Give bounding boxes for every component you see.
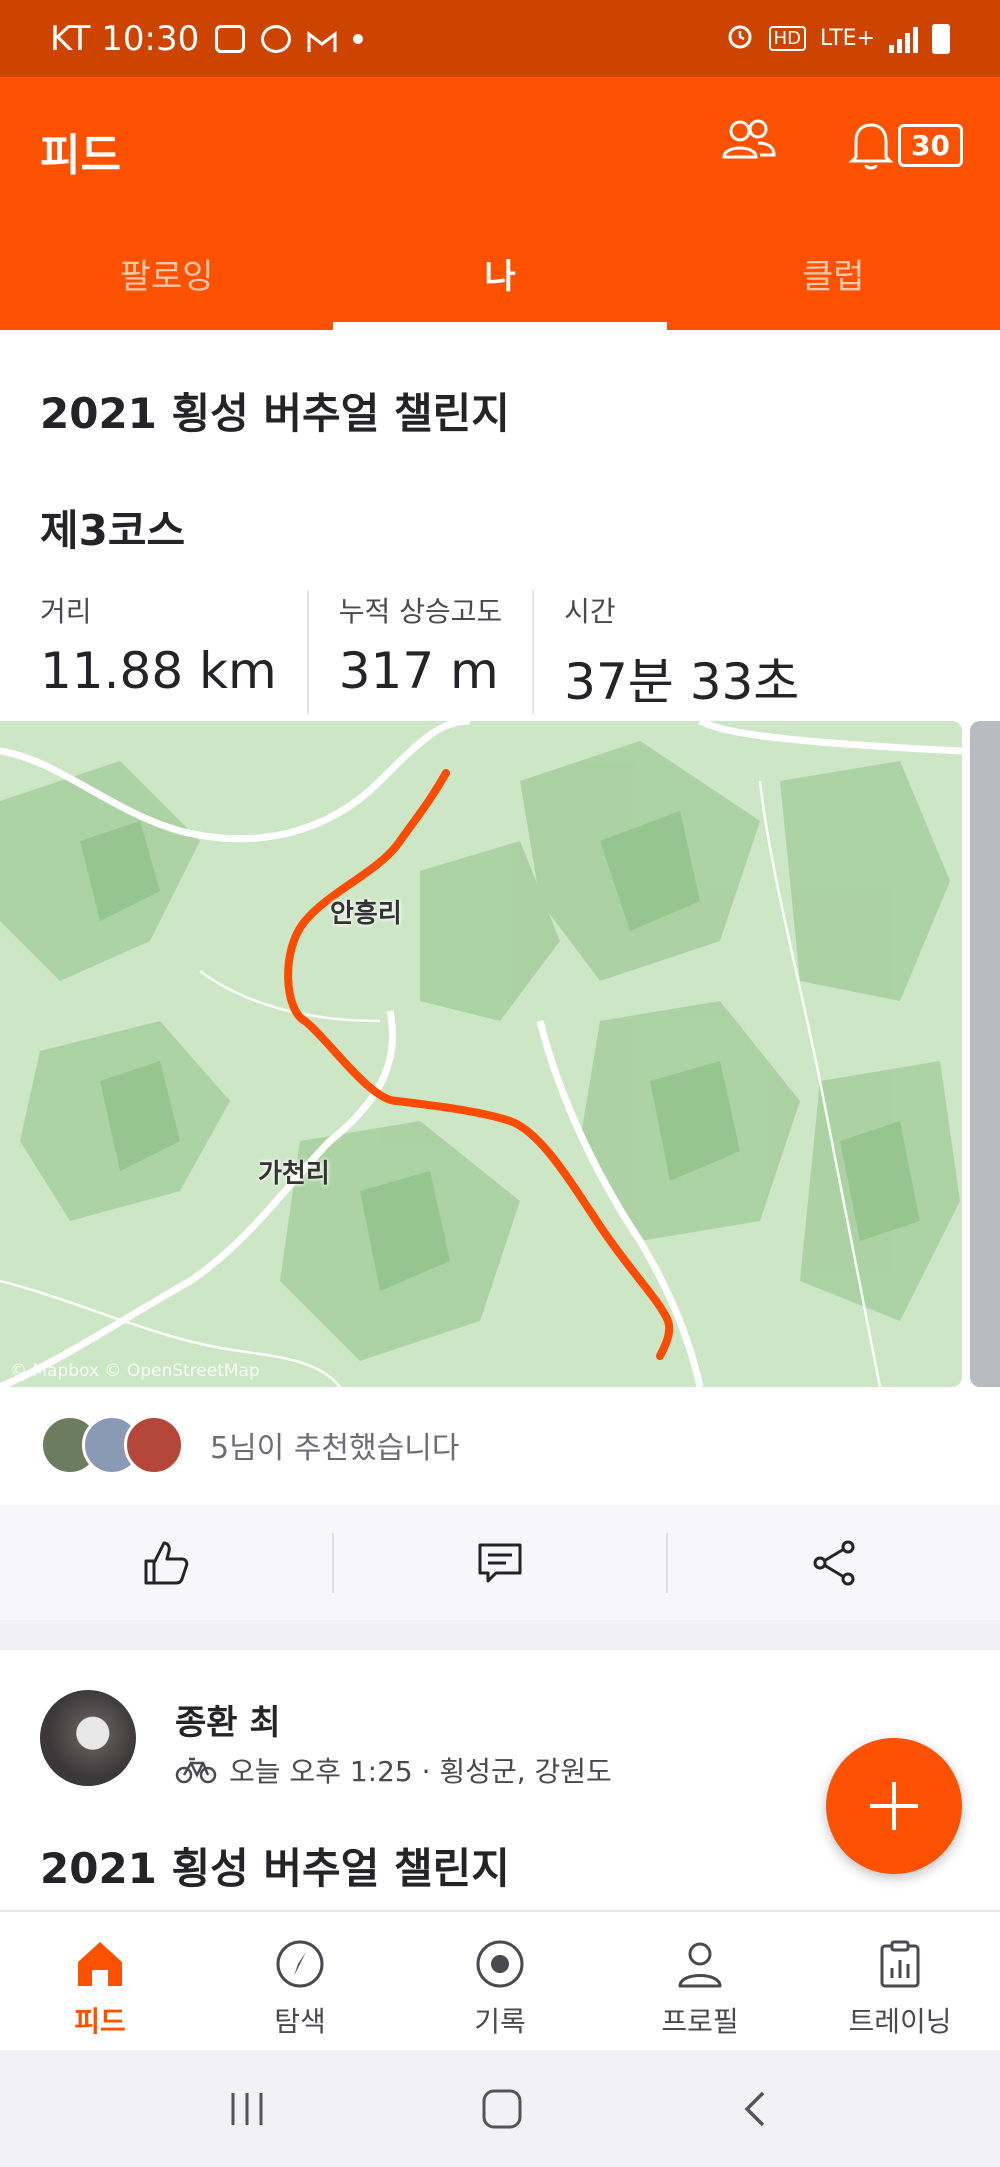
nav-item-profile[interactable]: 프로필 — [600, 1912, 800, 2050]
alarm-icon — [725, 21, 755, 57]
activity-meta-text: 오늘 오후 1:25 · 횡성군, 강원도 — [229, 1755, 612, 1788]
map-image — [0, 721, 962, 1387]
share-button[interactable] — [666, 1532, 1000, 1593]
bike-icon — [175, 1757, 217, 1784]
feed-separator — [0, 1620, 1000, 1650]
next-photo-preview[interactable] — [970, 721, 1000, 1387]
gallery-icon — [215, 24, 246, 53]
bottom-nav: 피드 탐색 기록 프로필 트레이닝 — [0, 1910, 1000, 2050]
author-name[interactable]: 종환 최 — [175, 1695, 281, 1744]
map-attribution: © Mapbox © OpenStreetMap — [10, 1361, 260, 1381]
stat-label: 시간 — [564, 595, 616, 628]
nav-label: 프로필 — [661, 2005, 739, 2038]
activity-title[interactable]: 2021 횡성 버추얼 챌린지 — [40, 380, 510, 441]
kudos-count-text: 5님이 추천했습니다 — [210, 1431, 460, 1466]
battery-icon — [932, 23, 950, 54]
avatar — [124, 1415, 184, 1475]
stat-time: 시간 37분 33초 — [532, 590, 829, 714]
compass-icon — [276, 1940, 324, 1988]
notifications-button[interactable]: 30 — [846, 117, 963, 173]
app-header: 피드 30 팔로잉 나 클럽 — [0, 77, 1000, 330]
talk-icon — [261, 24, 292, 53]
comment-icon — [478, 1543, 522, 1582]
nav-label: 탐색 — [274, 2005, 326, 2038]
nav-item-explore[interactable]: 탐색 — [200, 1912, 400, 2050]
nav-label: 기록 — [474, 2005, 526, 2038]
activity-stats: 거리 11.88 km 누적 상승고도 317 m 시간 37분 33초 — [40, 590, 829, 714]
nav-label: 트레이닝 — [848, 2005, 952, 2038]
mail-icon — [307, 25, 337, 53]
signal-icon — [889, 25, 918, 53]
nav-label: 피드 — [74, 2005, 126, 2038]
tab-me[interactable]: 나 — [333, 237, 667, 330]
stat-label: 거리 — [40, 595, 92, 628]
more-dot-icon — [353, 33, 364, 44]
add-activity-button[interactable] — [826, 1738, 962, 1874]
post-actions — [0, 1505, 1000, 1620]
map-label: 가천리 — [258, 1159, 330, 1189]
map-label: 안흥리 — [330, 899, 402, 929]
kudos-avatars — [40, 1415, 184, 1475]
friends-icon[interactable] — [720, 117, 776, 167]
stat-value: 317 m — [338, 642, 499, 700]
activity-meta: 오늘 오후 1:25 · 횡성군, 강원도 — [175, 1750, 612, 1790]
nav-item-record[interactable]: 기록 — [400, 1912, 600, 2050]
hd-icon: HD — [768, 26, 806, 51]
activity-map[interactable]: 안흥리 가천리 © Mapbox © OpenStreetMap — [0, 721, 962, 1387]
training-icon — [880, 1940, 920, 1988]
plus-icon — [870, 1782, 918, 1830]
course-title: 제3코스 — [40, 506, 186, 555]
home-icon — [78, 1942, 122, 1986]
nav-item-feed[interactable]: 피드 — [0, 1912, 200, 2050]
network-label: LTE+ — [820, 26, 875, 51]
thumbs-up-icon — [144, 1541, 189, 1584]
system-nav-bar — [0, 2050, 1000, 2167]
author-avatar[interactable] — [40, 1690, 136, 1786]
stat-distance: 거리 11.88 km — [40, 590, 307, 714]
kudos-button[interactable] — [0, 1533, 332, 1593]
status-time: KT 10:30 — [50, 18, 200, 59]
tab-club[interactable]: 클럽 — [667, 237, 1000, 330]
page-title: 피드 — [40, 130, 121, 181]
home-button-icon[interactable] — [480, 2087, 524, 2131]
nav-item-training[interactable]: 트레이닝 — [800, 1912, 1000, 2050]
stat-elevation: 누적 상승고도 317 m — [306, 590, 532, 714]
share-icon — [813, 1540, 855, 1585]
status-bar: KT 10:30 HD LTE+ — [0, 0, 1000, 77]
stat-value: 37분 33초 — [564, 653, 800, 711]
stat-label: 누적 상승고도 — [338, 595, 503, 628]
bell-icon — [848, 123, 894, 170]
activity-title[interactable]: 2021 횡성 버추얼 챌린지 — [40, 1835, 510, 1896]
kudos-row[interactable]: 5님이 추천했습니다 — [40, 1415, 459, 1475]
tab-following[interactable]: 팔로잉 — [0, 237, 333, 330]
stat-value: 11.88 km — [40, 642, 277, 700]
record-icon — [476, 1940, 524, 1988]
recent-apps-icon[interactable] — [225, 2089, 269, 2129]
comment-button[interactable] — [332, 1532, 666, 1593]
profile-icon — [678, 1942, 722, 1988]
back-icon[interactable] — [735, 2087, 775, 2131]
notification-badge: 30 — [898, 123, 963, 167]
feed-tabs: 팔로잉 나 클럽 — [0, 237, 1000, 330]
